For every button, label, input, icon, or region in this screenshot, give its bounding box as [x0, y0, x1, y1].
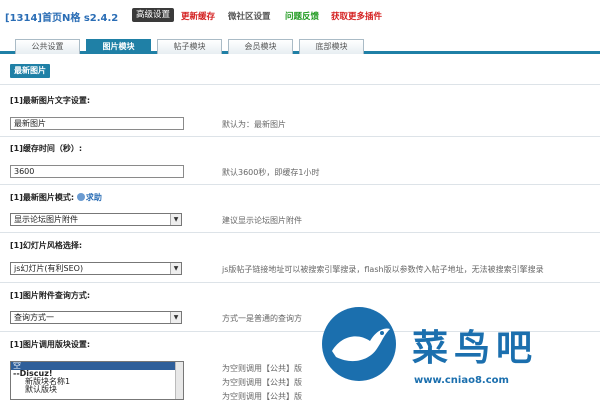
- advanced-settings-button[interactable]: 高级设置: [132, 8, 175, 22]
- cache-time-label: [1]缓存时间（秒）:: [10, 144, 83, 153]
- text-setting-input[interactable]: 最新图片: [10, 117, 184, 130]
- slide-style-hint: js版帖子链接地址可以被搜索引擎搜录，flash版以参数传入帖子地址，无法被搜索…: [222, 265, 544, 274]
- tab-bar: 公共设置 图片模块 帖子模块 会员模块 底部模块: [0, 37, 600, 54]
- top-bar: [1314]首页N格 s2.4.2 高级设置 更新缓存 微社区设置 问题反馈 获…: [0, 0, 600, 30]
- divider: [0, 184, 600, 185]
- block-setting-hint: 为空则调用【公共】版: [222, 364, 302, 373]
- list-option[interactable]: 默认版块: [11, 386, 183, 394]
- text-setting-label: [1]最新图片文字设置:: [10, 96, 91, 105]
- feedback-link[interactable]: 问题反馈: [285, 10, 319, 22]
- slide-style-selected: js幻灯片(有利SEO): [14, 264, 84, 273]
- block-setting-listbox[interactable]: 空 --Discuz! 新版块名称1 默认版块: [10, 361, 184, 400]
- dropdown-arrow-icon: ▼: [170, 312, 181, 323]
- more-plugins-link[interactable]: 获取更多插件: [331, 10, 382, 22]
- image-mode-label: [1]最新图片模式: 求助: [10, 192, 102, 203]
- divider: [0, 282, 600, 283]
- cache-time-input[interactable]: 3600: [10, 165, 184, 178]
- image-mode-label-text: [1]最新图片模式:: [10, 193, 75, 202]
- divider: [0, 84, 600, 85]
- tab-post-module[interactable]: 帖子模块: [157, 39, 222, 54]
- app-title: [1314]首页N格 s2.4.2: [5, 13, 119, 24]
- refresh-cache-link[interactable]: 更新缓存: [181, 10, 215, 22]
- section-badge: 最新图片: [10, 64, 50, 78]
- watermark-text: 菜鸟吧: [412, 327, 539, 369]
- slide-style-label: [1]幻灯片风格选择:: [10, 241, 83, 250]
- watermark: 菜鸟吧 www.cniao8.com: [318, 305, 600, 400]
- tab-image-module[interactable]: 图片模块: [86, 39, 151, 54]
- image-mode-selected: 显示论坛图片附件: [14, 215, 78, 224]
- query-mode-label: [1]图片附件查询方式:: [10, 291, 91, 300]
- help-icon: [76, 193, 85, 201]
- query-mode-hint: 方式一是普通的查询方: [222, 314, 302, 323]
- slide-style-select[interactable]: js幻灯片(有利SEO) ▼: [10, 262, 182, 275]
- help-link-text: 求助: [85, 193, 102, 202]
- dropdown-arrow-icon: ▼: [170, 214, 181, 225]
- divider: [0, 136, 600, 137]
- bird-logo-icon: [322, 307, 396, 381]
- query-mode-selected: 查询方式一: [14, 313, 54, 322]
- text-setting-hint: 默认为：最新图片: [222, 120, 286, 129]
- block-setting-hint: 为空则调用【公共】版: [222, 392, 302, 400]
- help-link[interactable]: 求助: [76, 193, 102, 202]
- tab-public-settings[interactable]: 公共设置: [15, 39, 80, 54]
- block-setting-hint: 为空则调用【公共】版: [222, 378, 302, 387]
- listbox-scrollbar[interactable]: [175, 362, 183, 399]
- tab-member-module[interactable]: 会员模块: [228, 39, 293, 54]
- block-setting-label: [1]图片调用版块设置:: [10, 340, 91, 349]
- divider: [0, 232, 600, 233]
- image-mode-select[interactable]: 显示论坛图片附件 ▼: [10, 213, 182, 226]
- image-mode-hint: 建议显示论坛图片附件: [222, 216, 302, 225]
- tab-footer-module[interactable]: 底部模块: [299, 39, 364, 54]
- query-mode-select[interactable]: 查询方式一 ▼: [10, 311, 182, 324]
- cache-time-hint: 默认3600秒，即缓存1小时: [222, 168, 320, 177]
- watermark-url: www.cniao8.com: [414, 375, 509, 386]
- community-settings-link[interactable]: 微社区设置: [228, 10, 271, 22]
- dropdown-arrow-icon: ▼: [170, 263, 181, 274]
